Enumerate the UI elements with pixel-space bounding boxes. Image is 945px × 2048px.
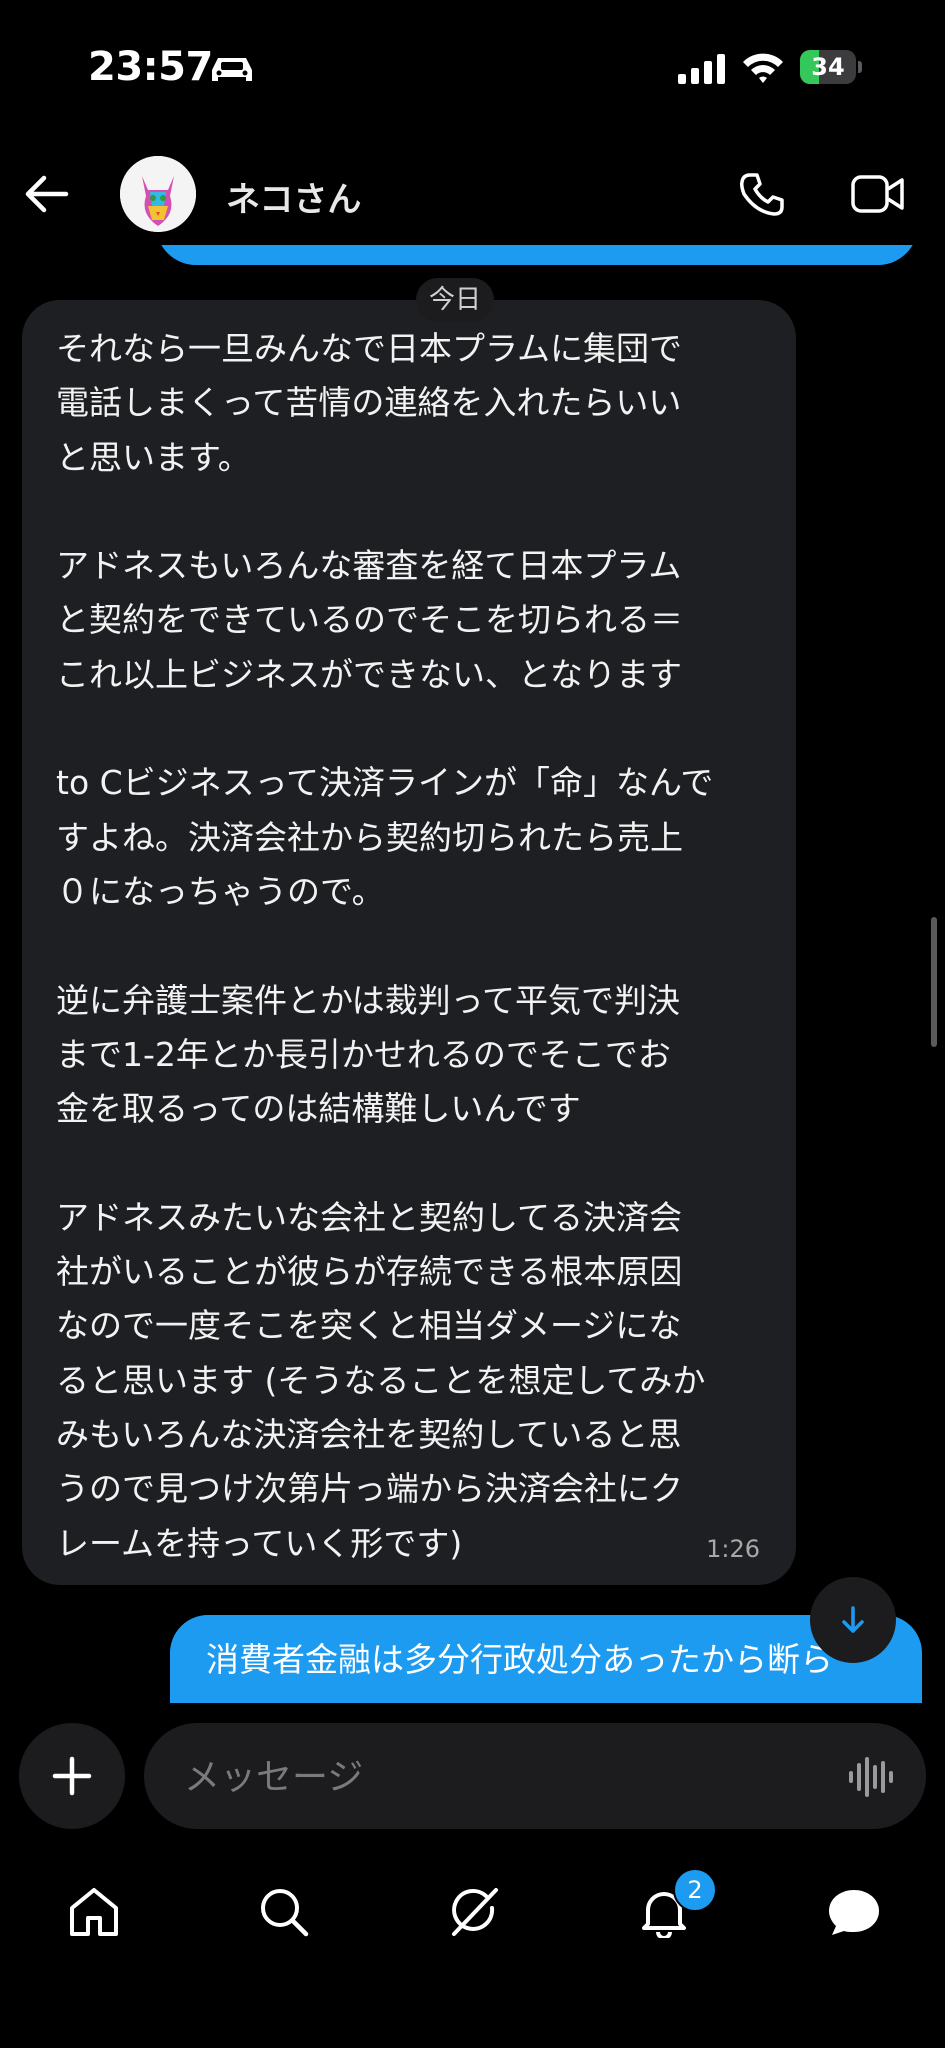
scroll-to-bottom-button[interactable] [810,1577,896,1663]
avatar[interactable] [120,156,196,232]
message-input[interactable] [182,1723,786,1831]
contact-name[interactable]: ネコさん [226,172,361,221]
tab-notifications[interactable]: 2 [626,1868,717,1950]
incoming-message-text: それなら一旦みんなで日本プラムに集団で 電話しまくって苦情の連絡を入れたらいい … [56,329,714,1563]
back-arrow-icon[interactable] [22,172,72,220]
outgoing-message-bubble[interactable]: 消費者金融は多分行政処分あったから断ら [170,1615,922,1703]
tab-messages[interactable] [814,1874,890,1950]
date-divider: 今日 [416,278,494,322]
message-composer [0,1703,945,1843]
car-icon [210,54,254,88]
attach-button[interactable] [19,1723,125,1829]
signal-icon [678,54,726,88]
bottom-tab-bar: 2 [0,1852,945,1972]
tab-grok[interactable] [436,1874,512,1950]
voice-icon[interactable] [848,1755,894,1803]
phone-icon[interactable] [738,170,786,222]
message-list[interactable]: 今日 それなら一旦みんなで日本プラムに集団で 電話しまくって苦情の連絡を入れたら… [0,245,945,1703]
status-time: 23:57 [88,44,213,90]
tab-home[interactable] [56,1874,132,1950]
tab-search[interactable] [246,1874,322,1950]
scrollbar[interactable] [931,917,937,1047]
message-timestamp: 1:26 [706,1535,760,1563]
status-bar: 23:57 34 [0,0,945,140]
battery-percent: 34 [811,53,845,81]
notification-badge: 2 [673,1868,717,1912]
incoming-message-bubble[interactable]: それなら一旦みんなで日本プラムに集団で 電話しまくって苦情の連絡を入れたらいい … [22,300,796,1585]
battery-icon: 34 [800,50,862,84]
video-call-icon[interactable] [850,174,906,218]
previous-outgoing-bubble[interactable] [156,245,918,265]
message-field[interactable] [144,1723,926,1831]
conversation-header: ネコさん [0,140,945,250]
outgoing-message-text: 消費者金融は多分行政処分あったから断ら [206,1640,833,1679]
wifi-icon [741,50,785,88]
